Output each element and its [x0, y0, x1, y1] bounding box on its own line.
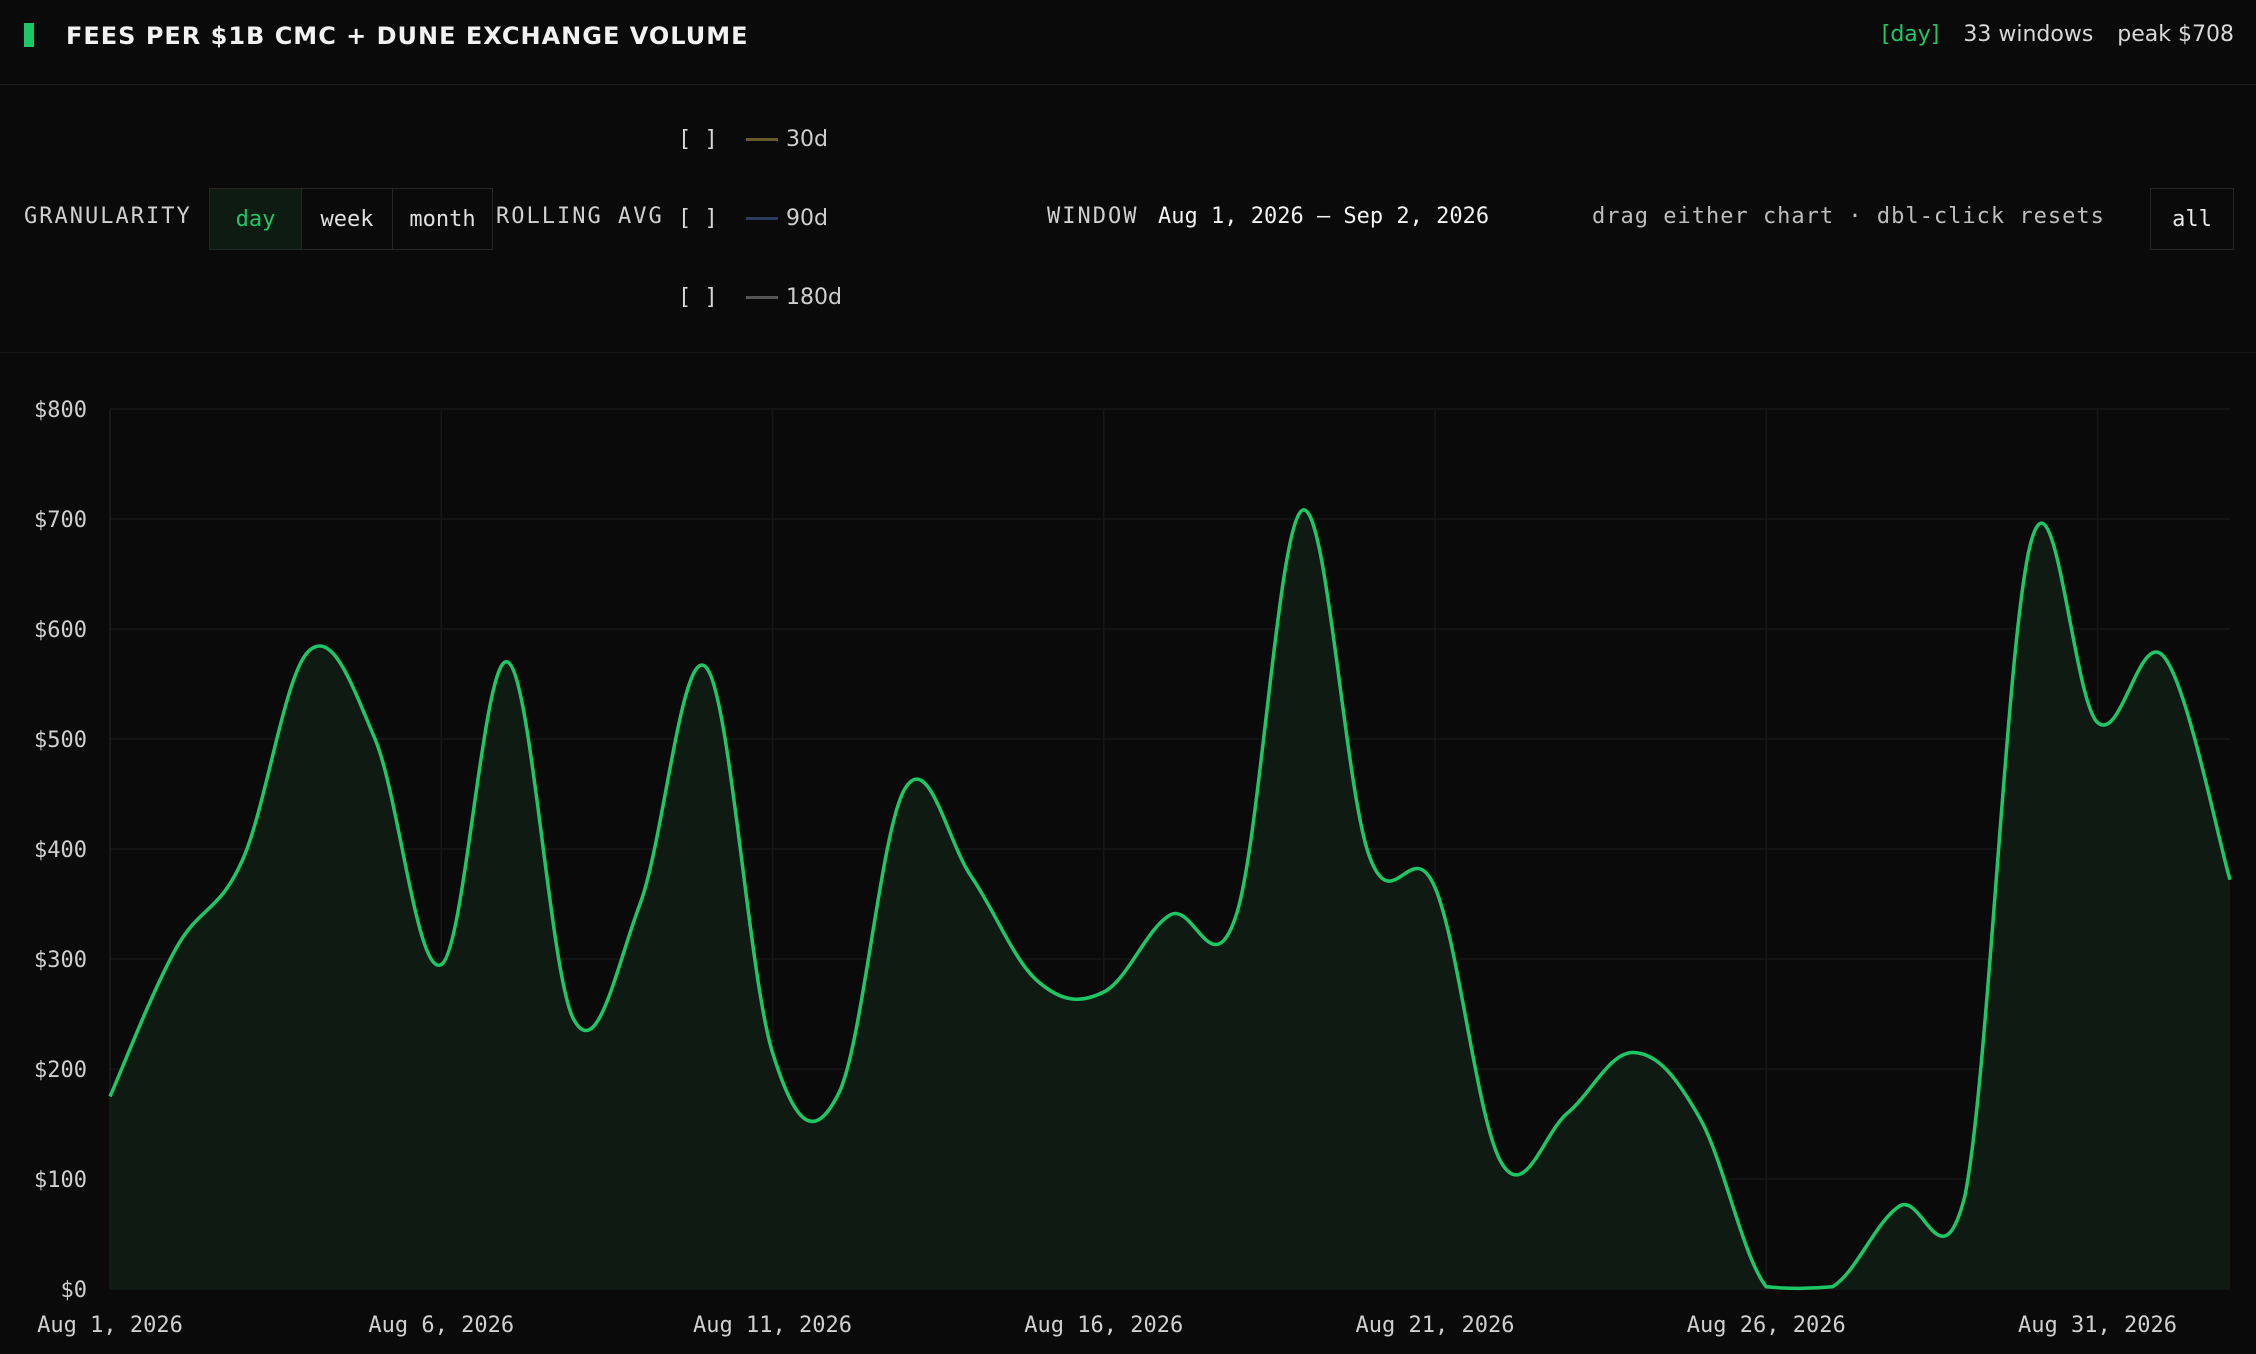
y-tick-label: $700	[34, 508, 87, 533]
x-axis: Aug 1, 2026 Aug 6, 2026 Aug 11, 2026 Aug 16…	[37, 1313, 2177, 1338]
data-point	[2027, 537, 2035, 545]
data-point	[1961, 1192, 1969, 1200]
window-label: WINDOW	[1047, 204, 1139, 229]
granularity-tag: [day]	[1881, 22, 1940, 47]
chart-hint: drag either chart · dbl-click resets	[1592, 204, 2105, 229]
data-point	[2094, 719, 2102, 727]
rolling-180d-label: 180d	[786, 284, 842, 310]
fees-chart[interactable]: $0 $100 $200 $300 $400 $500 $600 $700 $800 Aug 1…	[0, 353, 2256, 1354]
header: FEES PER $1B CMC + DUNE EXCHANGE VOLUME …	[0, 0, 2256, 85]
data-point	[2160, 653, 2168, 661]
data-point	[1564, 1109, 1572, 1117]
data-point	[1232, 911, 1240, 919]
controls-bar: GRANULARITY day week month ROLLING AVG […	[0, 85, 2256, 353]
granularity-month-button[interactable]: month	[393, 189, 492, 249]
data-point	[437, 961, 445, 969]
reset-all-button[interactable]: all	[2150, 188, 2234, 250]
rolling-30d-label: 30d	[786, 126, 828, 152]
x-tick-label: Aug 16, 2026	[1024, 1313, 1183, 1338]
data-point	[901, 785, 909, 793]
y-axis: $0 $100 $200 $300 $400 $500 $600 $700 $800	[34, 398, 87, 1303]
y-tick-label: $100	[34, 1168, 87, 1193]
granularity-day-button[interactable]: day	[210, 189, 302, 249]
data-point	[1497, 1159, 1505, 1167]
data-point	[967, 873, 975, 881]
header-stats: [day] 33 windows peak $708	[1882, 22, 2234, 47]
granularity-label: GRANULARITY	[24, 204, 192, 229]
y-tick-label: $500	[34, 728, 87, 753]
data-point	[1829, 1283, 1837, 1291]
data-point	[1696, 1115, 1704, 1123]
data-point	[1365, 851, 1373, 859]
x-tick-label: Aug 6, 2026	[368, 1313, 514, 1338]
peak-value: peak $708	[2117, 22, 2234, 47]
windows-count: 33 windows	[1963, 22, 2094, 47]
granularity-week-button[interactable]: week	[302, 189, 393, 249]
data-point	[172, 944, 180, 952]
data-point	[702, 664, 710, 672]
rolling-180d-swatch	[746, 295, 778, 299]
rolling-180d-checkbox[interactable]: [ ]	[678, 285, 740, 310]
x-tick-label: Aug 21, 2026	[1356, 1313, 1515, 1338]
data-point	[1166, 911, 1174, 919]
data-point	[636, 900, 644, 908]
data-point	[1299, 506, 1307, 514]
rolling-30d-swatch	[746, 137, 778, 141]
data-point	[305, 647, 313, 655]
y-tick-label: $600	[34, 618, 87, 643]
page-title: FEES PER $1B CMC + DUNE EXCHANGE VOLUME	[66, 22, 749, 50]
rolling-30d-toggle[interactable]: [ ] 30d	[678, 124, 828, 154]
y-tick-label: $300	[34, 948, 87, 973]
data-point	[1034, 977, 1042, 985]
data-point	[371, 735, 379, 743]
rolling-30d-checkbox[interactable]: [ ]	[678, 127, 740, 152]
y-tick-label: $400	[34, 838, 87, 863]
data-point	[570, 1016, 578, 1024]
x-tick-label: Aug 31, 2026	[2018, 1313, 2177, 1338]
data-point	[835, 1089, 843, 1097]
data-point	[1895, 1203, 1903, 1211]
data-point	[2226, 876, 2234, 884]
rolling-90d-swatch	[746, 216, 778, 220]
rolling-avg-label: ROLLING AVG	[496, 204, 664, 229]
y-tick-label: $200	[34, 1058, 87, 1083]
fees-area	[110, 509, 2230, 1290]
rolling-90d-label: 90d	[786, 205, 828, 231]
x-tick-label: Aug 26, 2026	[1687, 1313, 1846, 1338]
rolling-180d-toggle[interactable]: [ ] 180d	[678, 282, 842, 312]
x-tick-label: Aug 1, 2026	[37, 1313, 183, 1338]
rolling-90d-toggle[interactable]: [ ] 90d	[678, 203, 828, 233]
data-point	[769, 1049, 777, 1057]
data-point	[1431, 884, 1439, 892]
data-point	[239, 856, 247, 864]
y-tick-label: $0	[61, 1278, 88, 1303]
data-point	[106, 1093, 114, 1101]
data-point	[1100, 988, 1108, 996]
x-tick-label: Aug 11, 2026	[693, 1313, 852, 1338]
window-range: Aug 1, 2026 — Sep 2, 2026	[1158, 204, 1490, 229]
data-point	[1762, 1283, 1770, 1291]
data-point	[1630, 1049, 1638, 1057]
brand-bar-icon	[24, 23, 34, 47]
granularity-selector: day week month	[209, 188, 493, 250]
data-point	[504, 658, 512, 666]
y-tick-label: $800	[34, 398, 87, 423]
rolling-90d-checkbox[interactable]: [ ]	[678, 206, 740, 231]
